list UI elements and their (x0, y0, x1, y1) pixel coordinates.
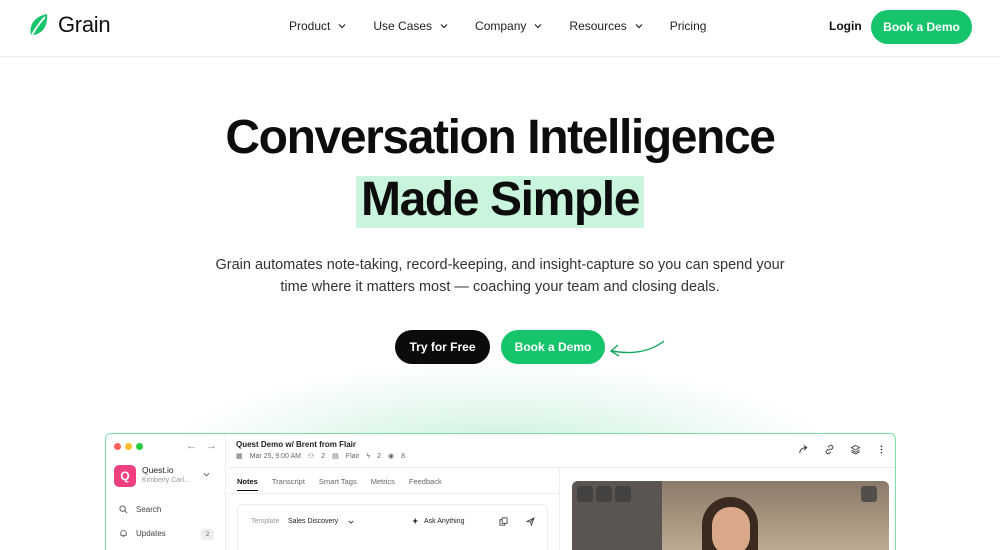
hand-drawn-arrow-icon (609, 340, 665, 357)
video-control-button[interactable] (615, 486, 631, 502)
nav-resources-label: Resources (569, 19, 627, 33)
eye-icon: ◉ (388, 453, 395, 460)
workspace-user: Kimberly Carl... (142, 477, 190, 484)
tabs-divider (227, 493, 559, 494)
video-player[interactable] (572, 481, 889, 550)
chevron-down-icon (440, 24, 448, 29)
tab-metrics[interactable]: Metrics (371, 477, 395, 491)
video-fullscreen-button[interactable] (861, 486, 877, 502)
forward-arrow-icon[interactable]: → (206, 440, 217, 452)
sidebar-item-updates[interactable]: Updates (119, 529, 166, 538)
brand-name: Grain (58, 12, 111, 37)
tab-feedback[interactable]: Feedback (409, 477, 442, 491)
calendar-icon: ▦ (236, 453, 243, 460)
window-controls (114, 443, 147, 450)
people-icon: ⚇ (307, 453, 315, 460)
ask-anything-button[interactable]: Ask Anything (412, 517, 464, 525)
top-navigation: Grain Product Use Cases Company Resource… (0, 0, 1000, 57)
video-control-button[interactable] (577, 486, 593, 502)
nav-resources[interactable]: Resources (569, 19, 643, 33)
back-arrow-icon[interactable]: ← (186, 440, 197, 452)
chevron-down-icon (635, 24, 643, 29)
sparkle-icon (412, 517, 419, 525)
copy-icon[interactable] (499, 517, 508, 526)
meeting-header: Quest Demo w/ Brent from Flair ▦ Mar 25, … (227, 434, 895, 468)
minimize-dot[interactable] (125, 443, 132, 450)
template-select[interactable]: Sales Discovery (288, 518, 338, 525)
hero-subtitle: Grain automates note-taking, record-keep… (215, 257, 785, 295)
layers-icon[interactable] (850, 444, 861, 455)
share-icon[interactable] (798, 444, 809, 455)
participant-video-face (712, 507, 750, 550)
participant-count: 2 (321, 452, 326, 460)
more-vertical-icon[interactable] (876, 444, 887, 455)
bell-icon (120, 529, 127, 538)
app-sidebar: ← → Q Quest.io Kimberly Carl... Search U… (106, 434, 226, 550)
panel-divider (559, 468, 560, 550)
meeting-date: Mar 25, 9:00 AM (249, 452, 301, 460)
chevron-down-icon (338, 24, 346, 29)
meeting-tabs: Notes Transcript Smart Tags Metrics Feed… (237, 477, 456, 491)
book-demo-hero-button[interactable]: Book a Demo (501, 330, 605, 364)
hero-title-line2: Made Simple (360, 173, 640, 226)
chevron-down-icon[interactable] (348, 519, 354, 525)
send-icon[interactable] (526, 517, 535, 526)
tab-transcript[interactable]: Transcript (272, 477, 305, 491)
clip-count: 2 (377, 452, 382, 460)
meeting-title: Quest Demo w/ Brent from Flair (236, 440, 357, 449)
sidebar-item-label: Updates (136, 529, 166, 538)
hero-title-line1: Conversation Intelligence (225, 111, 776, 164)
nav-product-label: Product (289, 19, 331, 33)
nav-use-cases[interactable]: Use Cases (373, 19, 448, 33)
nav-use-cases-label: Use Cases (373, 19, 433, 33)
ask-anything-label: Ask Anything (424, 517, 465, 525)
chevron-down-icon[interactable] (203, 471, 210, 478)
nav-pricing[interactable]: Pricing (670, 19, 707, 33)
link-icon[interactable] (824, 444, 835, 455)
grain-logo[interactable]: Grain (28, 12, 111, 38)
nav-product[interactable]: Product (289, 19, 346, 33)
meeting-meta: ▦ Mar 25, 9:00 AM ⚇ 2 ▤ Flair ϟ2 ◉ 8 (236, 452, 412, 461)
tab-smart-tags[interactable]: Smart Tags (319, 477, 357, 491)
search-icon (119, 505, 128, 514)
notes-card: Template Sales Discovery Ask Anything (237, 504, 548, 550)
nav-pricing-label: Pricing (669, 19, 707, 33)
maximize-dot[interactable] (136, 443, 143, 450)
sidebar-item-search[interactable]: Search (119, 505, 161, 514)
close-dot[interactable] (114, 443, 121, 450)
nav-company-label: Company (475, 19, 527, 33)
try-free-button[interactable]: Try for Free (395, 330, 490, 364)
app-preview-window: ← → Q Quest.io Kimberly Carl... Search U… (105, 433, 896, 550)
header-actions (783, 444, 887, 455)
video-control-button[interactable] (596, 486, 612, 502)
workspace-logo: Q (114, 465, 136, 487)
company-name: Flair (345, 452, 360, 460)
nav-company[interactable]: Company (475, 19, 542, 33)
bolt-icon: ϟ (366, 452, 371, 460)
workspace-name[interactable]: Quest.io (142, 465, 174, 475)
sidebar-item-label: Search (136, 505, 162, 514)
book-demo-nav-button[interactable]: Book a Demo (871, 10, 972, 44)
chevron-down-icon (534, 24, 542, 29)
view-count: 8 (401, 452, 406, 460)
leaf-logo-icon (30, 14, 48, 36)
nav-links: Product Use Cases Company Resources Pric… (289, 19, 733, 33)
tab-notes[interactable]: Notes (237, 477, 258, 491)
updates-count-badge: 2 (201, 529, 214, 540)
template-label: Template (251, 518, 280, 525)
building-icon: ▤ (332, 453, 339, 460)
login-link[interactable]: Login (829, 19, 862, 33)
